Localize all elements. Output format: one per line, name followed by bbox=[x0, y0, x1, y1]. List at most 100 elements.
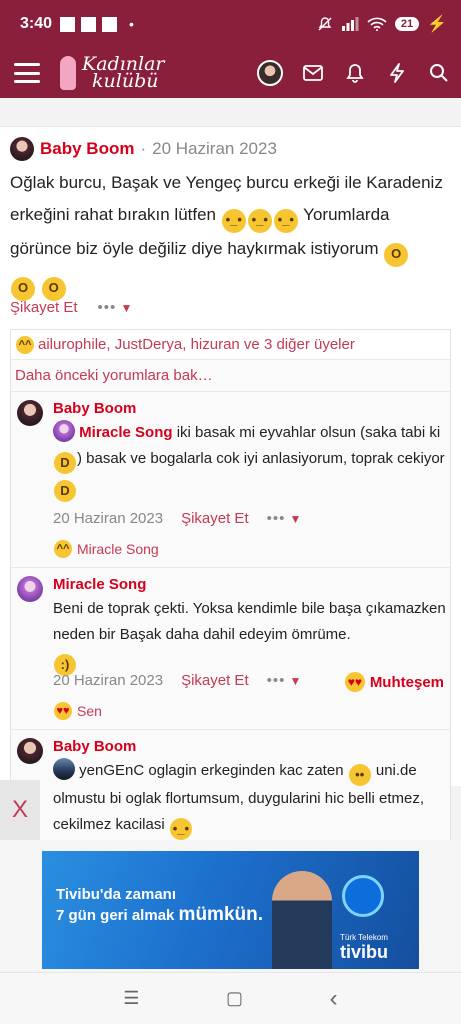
unamused-emoji-icon: •_• bbox=[273, 209, 298, 233]
more-menu-button[interactable]: ••• ▼ bbox=[267, 672, 302, 689]
status-bar: 3:40 • 21 ⚡ bbox=[0, 0, 461, 48]
ad-line-2a: 7 gün geri almak bbox=[56, 907, 175, 924]
comment-reactions[interactable]: ♥♥ Sen bbox=[53, 702, 102, 720]
comment-item: Baby Boom Miracle Song iki basak mi eyva… bbox=[11, 392, 450, 568]
chevron-down-icon: ▼ bbox=[289, 674, 302, 688]
user-avatar[interactable] bbox=[257, 60, 283, 86]
older-comments-link[interactable]: Daha önceki yorumlara bak… bbox=[11, 360, 450, 392]
reactor-name: Miracle Song bbox=[77, 541, 159, 557]
heart-eyes-emoji-icon: ♥♥ bbox=[54, 702, 72, 720]
post-separator: · bbox=[140, 139, 147, 158]
comment-date[interactable]: 20 Haziran 2023 bbox=[53, 510, 163, 527]
report-link[interactable]: Şikayet Et bbox=[10, 299, 78, 316]
comment-date[interactable]: 20 Haziran 2023 bbox=[53, 672, 163, 689]
comment-text: Miracle Song iki basak mi eyvahlar olsun… bbox=[53, 420, 448, 502]
system-nav-bar: ☰ ▢ ‹ bbox=[0, 972, 461, 1024]
rewind-logo-icon bbox=[342, 875, 384, 917]
comment-item: Baby Boom yenGEnC oglagin erkeginden kac… bbox=[11, 730, 450, 856]
bolt-icon[interactable] bbox=[385, 61, 409, 85]
battery-icon: 21 bbox=[394, 17, 420, 31]
charging-icon: ⚡ bbox=[427, 16, 447, 33]
more-menu-button[interactable]: ••• ▼ bbox=[267, 510, 302, 527]
logo-line-2: kulübü bbox=[92, 70, 159, 92]
reactions-text: ailurophile, JustDerya, hizuran ve 3 diğ… bbox=[38, 336, 355, 353]
ad-line-1: Tivibu'da zamanı bbox=[56, 886, 176, 903]
grinning-emoji-icon: D bbox=[54, 452, 76, 474]
bell-icon[interactable] bbox=[343, 61, 367, 85]
back-icon[interactable]: ‹ bbox=[330, 985, 338, 1013]
shocked-emoji-icon: O bbox=[384, 243, 409, 267]
report-link[interactable]: Şikayet Et bbox=[181, 510, 249, 527]
comment-meta: 20 Haziran 2023 Şikayet Et ••• ▼ bbox=[53, 672, 301, 689]
post-date[interactable]: 20 Haziran 2023 bbox=[152, 139, 277, 159]
ad-text: Tivibu'da zamanı 7 gün geri almak mümkün… bbox=[56, 885, 263, 926]
more-notifications-icon: • bbox=[129, 16, 134, 32]
comment-avatar[interactable] bbox=[17, 400, 43, 426]
post-text: Oğlak burcu, Başak ve Yengeç burcu erkeğ… bbox=[10, 167, 450, 301]
unamused-emoji-icon: •_• bbox=[221, 209, 246, 233]
shocked-emoji-icon: O bbox=[41, 277, 66, 301]
comment-author[interactable]: Baby Boom bbox=[53, 400, 136, 417]
report-link[interactable]: Şikayet Et bbox=[181, 672, 249, 689]
grinning-emoji-icon: D bbox=[54, 480, 76, 502]
close-ad-button[interactable]: X bbox=[0, 780, 40, 840]
laughing-emoji-icon: ^^ bbox=[54, 540, 72, 558]
comment-text: Beni de toprak çekti. Yoksa kendimle bil… bbox=[53, 596, 448, 676]
post-card: Baby Boom · 20 Haziran 2023 Oğlak burcu,… bbox=[0, 126, 461, 857]
post-header: Baby Boom · 20 Haziran 2023 bbox=[10, 137, 277, 161]
menu-icon[interactable] bbox=[14, 63, 40, 83]
chevron-down-icon: ▼ bbox=[289, 512, 302, 526]
mention-avatar bbox=[53, 758, 75, 780]
reaction-label: Muhteşem bbox=[369, 673, 444, 691]
comment-author[interactable]: Miracle Song bbox=[53, 576, 146, 593]
shocked-emoji-icon: O bbox=[11, 277, 35, 301]
notification-icon bbox=[102, 16, 118, 32]
site-logo[interactable]: Kadınlar kulübü bbox=[60, 55, 165, 92]
post-author[interactable]: Baby Boom bbox=[40, 139, 134, 159]
comment-item: Miracle Song Beni de toprak çekti. Yoksa… bbox=[11, 568, 450, 730]
comment-avatar[interactable] bbox=[17, 576, 43, 602]
notification-icon bbox=[81, 16, 97, 32]
ad-person-image bbox=[272, 871, 332, 969]
mention-avatar bbox=[53, 420, 75, 442]
logo-figure-icon bbox=[60, 56, 76, 90]
ad-line-2b: mümkün. bbox=[178, 904, 263, 925]
home-icon[interactable]: ▢ bbox=[226, 988, 243, 1009]
reaction-button[interactable]: ♥♥ Muhteşem bbox=[344, 672, 444, 692]
ad-brand-small: Türk Telekom bbox=[340, 933, 388, 942]
heart-eyes-emoji-icon: ♥♥ bbox=[344, 672, 365, 692]
comment-avatar[interactable] bbox=[17, 738, 43, 764]
signal-icon bbox=[341, 17, 359, 31]
laughing-emoji-icon: ^^ bbox=[16, 335, 34, 354]
ad-brand: Türk Telekom tivibu bbox=[340, 933, 388, 963]
unamused-emoji-icon: •_• bbox=[169, 818, 192, 840]
search-icon[interactable] bbox=[427, 61, 451, 85]
mail-icon[interactable] bbox=[301, 61, 325, 85]
comment-author[interactable]: Baby Boom bbox=[53, 738, 136, 755]
wifi-icon bbox=[367, 17, 387, 31]
eye-roll-emoji-icon: •• bbox=[348, 764, 371, 786]
chevron-down-icon: ▼ bbox=[120, 301, 133, 315]
mention-link[interactable]: yenGEnC bbox=[79, 762, 144, 779]
comment-text-part-1: iki basak mi eyvahlar olsun (saka tabi k… bbox=[176, 424, 441, 441]
comment-meta: 20 Haziran 2023 Şikayet Et ••• ▼ bbox=[53, 510, 301, 527]
ad-container: Tivibu'da zamanı 7 gün geri almak mümkün… bbox=[0, 840, 461, 972]
more-menu-button[interactable]: ••• ▼ bbox=[98, 299, 133, 316]
reactor-name: Sen bbox=[77, 703, 102, 719]
mute-icon bbox=[318, 17, 332, 31]
notification-icon bbox=[60, 16, 76, 32]
comment-thread: ^^ ailurophile, JustDerya, hizuran ve 3 … bbox=[10, 329, 451, 857]
reactions-summary[interactable]: ^^ ailurophile, JustDerya, hizuran ve 3 … bbox=[11, 330, 450, 360]
ad-brand-name: tivibu bbox=[340, 942, 388, 962]
comment-text-part-2: ) basak ve bogalarla cok iyi anlasiyorum… bbox=[77, 450, 445, 467]
mention-link[interactable]: Miracle Song bbox=[79, 424, 172, 441]
ad-banner[interactable]: Tivibu'da zamanı 7 gün geri almak mümkün… bbox=[42, 851, 419, 969]
comment-text-body: Beni de toprak çekti. Yoksa kendimle bil… bbox=[53, 600, 446, 643]
comment-reactions[interactable]: ^^ Miracle Song bbox=[53, 540, 159, 558]
clock: 3:40 bbox=[20, 15, 53, 32]
recent-apps-icon[interactable]: ☰ bbox=[123, 988, 139, 1009]
author-avatar[interactable] bbox=[10, 137, 34, 161]
comment-text: yenGEnC oglagin erkeginden kac zaten •• … bbox=[53, 758, 448, 840]
unamused-emoji-icon: •_• bbox=[247, 209, 272, 233]
app-header: Kadınlar kulübü bbox=[0, 48, 461, 98]
